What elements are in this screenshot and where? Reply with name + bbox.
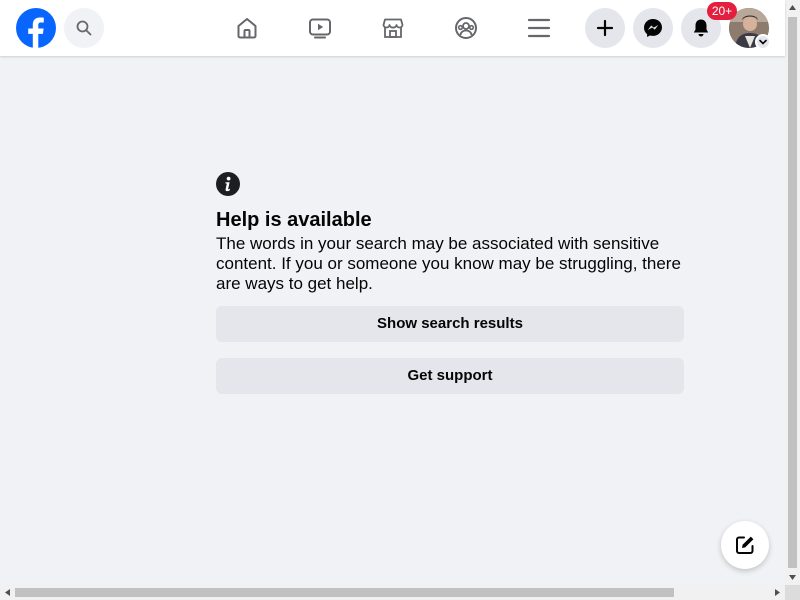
messenger-button[interactable]	[633, 8, 673, 48]
horizontal-scrollbar[interactable]	[0, 585, 785, 600]
new-message-button[interactable]	[721, 521, 769, 569]
nav-menu[interactable]	[515, 8, 563, 48]
scroll-right-arrow[interactable]	[770, 585, 785, 600]
account-menu-chevron[interactable]	[755, 34, 771, 50]
scroll-left-arrow[interactable]	[0, 585, 15, 600]
get-support-button[interactable]: Get support	[216, 358, 684, 394]
notification-badge: 20+	[707, 2, 737, 20]
nav-home[interactable]	[223, 8, 271, 48]
scrollbar-corner	[785, 585, 800, 600]
sensitive-search-notice: Help is available The words in your sear…	[216, 172, 684, 394]
plus-icon	[596, 19, 614, 37]
nav-watch[interactable]	[296, 8, 344, 48]
triangle-right-icon	[775, 589, 780, 596]
chevron-down-icon	[759, 39, 767, 45]
home-icon	[237, 18, 257, 39]
watch-icon	[309, 18, 331, 39]
scroll-down-arrow[interactable]	[785, 570, 800, 585]
triangle-down-icon	[789, 575, 796, 580]
create-button[interactable]	[585, 8, 625, 48]
facebook-logo-icon[interactable]	[16, 8, 56, 48]
vertical-scrollbar[interactable]	[785, 0, 800, 585]
show-search-results-button[interactable]: Show search results	[216, 306, 684, 342]
vertical-scroll-thumb[interactable]	[788, 17, 797, 568]
info-icon	[216, 172, 240, 196]
compose-icon	[736, 536, 754, 554]
notice-body: The words in your search may be associat…	[216, 234, 681, 293]
bell-icon	[693, 19, 709, 37]
top-navigation-bar	[0, 0, 785, 56]
triangle-up-icon	[789, 5, 796, 10]
groups-icon	[455, 17, 477, 39]
nav-groups[interactable]	[442, 8, 490, 48]
triangle-left-icon	[5, 589, 10, 596]
search-icon	[76, 20, 92, 36]
horizontal-scroll-thumb[interactable]	[15, 588, 674, 597]
messenger-icon	[644, 19, 662, 37]
menu-icon	[527, 18, 551, 38]
scroll-up-arrow[interactable]	[785, 0, 800, 15]
notice-heading: Help is available	[216, 209, 372, 231]
search-button[interactable]	[64, 8, 104, 48]
marketplace-icon	[382, 18, 404, 38]
nav-marketplace[interactable]	[369, 8, 417, 48]
